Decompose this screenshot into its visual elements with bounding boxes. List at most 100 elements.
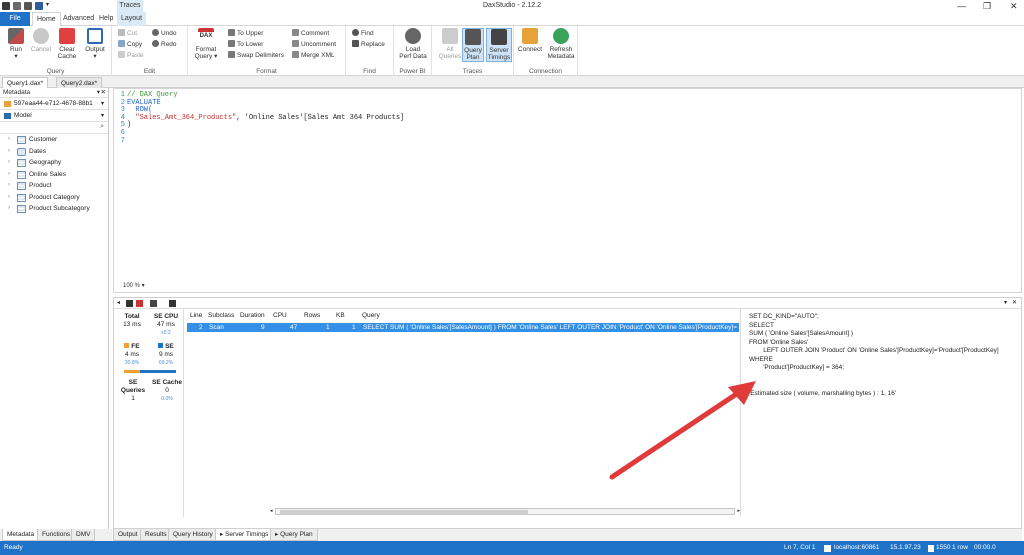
tab-dmv[interactable]: DMV [71,529,96,541]
column-header[interactable]: Subclass [208,312,234,319]
tab-server-timings[interactable]: ▸ Server Timings [215,529,274,541]
column-header[interactable]: KB [336,312,345,319]
tree-item-table[interactable]: › Product Category [0,192,108,204]
zoom-level[interactable]: 100 % ▾ [123,282,145,289]
replace-button[interactable]: Replace [352,39,385,50]
window-title: DaxStudio - 2.12.2 [483,2,541,9]
metadata-search[interactable]: ⌕ [0,122,108,134]
search-icon[interactable]: ⌕ [100,123,104,131]
to-upper-button[interactable]: To Upper [228,28,263,39]
undo-button[interactable]: Undo [152,28,177,39]
tree-item-table[interactable]: › Product Subcategory [0,203,108,215]
column-header[interactable]: Query [362,312,380,319]
refresh-metadata-button[interactable]: Refresh Metadata [546,28,576,60]
ribbon-tab-row: Traces File Home Advanced Help Layout [0,0,1024,26]
tab-file[interactable]: File [0,12,30,26]
export-icon[interactable] [169,300,176,307]
tab-query-plan[interactable]: ▸ Query Plan [270,529,318,541]
undo-icon [152,29,159,36]
tab-home[interactable]: Home [32,12,61,26]
clear-cache-button[interactable]: Clear Cache [54,28,80,60]
panel-menu-icon[interactable]: ▾ [1004,299,1007,306]
expand-icon[interactable]: › [8,203,10,215]
cancel-button[interactable]: Cancel [28,28,54,53]
tree-item-table[interactable]: › Product [0,180,108,192]
uncomment-button[interactable]: Uncomment [292,39,336,50]
comment-button[interactable]: Comment [292,28,329,39]
paste-button[interactable]: Paste [118,50,144,61]
find-icon [352,29,359,36]
query-plan-button[interactable]: Query Plan [462,28,484,62]
merge-xml-button[interactable]: Merge XML [292,50,335,61]
horizontal-scrollbar[interactable]: ◂ ▸ [270,508,740,515]
server-name[interactable]: localhost:60861 [834,541,880,555]
expand-icon[interactable]: › [8,192,10,204]
query-editor[interactable]: 1 2 3 4 5 6 7 // DAX Query EVALUATE ROW(… [113,88,1022,293]
pin-icon[interactable]: ▾ [97,88,100,98]
se-cpu-stat: SE CPU 47 ms x5.2 [153,313,179,336]
model-selector[interactable]: Model ▾ [0,110,108,122]
tab-query-history[interactable]: Query History [168,529,218,541]
scroll-left-icon[interactable]: ◂ [270,508,273,514]
load-perf-data-button[interactable]: Load Perf Data [399,28,427,60]
tab-functions[interactable]: Functions [37,529,76,541]
tab-advanced[interactable]: Advanced [59,12,98,26]
cell-duration: 9 [261,324,265,331]
fe-stat: FE 4 ms 30.8% [124,343,140,366]
document-tabs: Query1.dax* Query2.dax* [0,76,1024,88]
tab-metadata[interactable]: Metadata [2,529,40,541]
close-panel-icon[interactable]: ✕ [1012,299,1017,306]
pause-icon[interactable] [126,300,133,307]
clear-trace-icon[interactable] [150,300,157,307]
tab-output[interactable]: Output [113,529,143,541]
expand-icon[interactable]: › [8,169,10,181]
copy-button[interactable]: Copy [118,39,142,50]
to-lower-button[interactable]: To Lower [228,39,263,50]
expand-icon[interactable]: › [8,146,10,158]
tab-query2[interactable]: Query2.dax* [56,77,103,88]
tab-help[interactable]: Help [95,12,117,26]
replace-icon [352,40,359,47]
dax-format-icon: DAX [198,28,214,44]
chevron-down-icon: ▾ [100,113,104,119]
cut-button[interactable]: Cut [118,28,137,39]
all-queries-button[interactable]: All Queries [437,28,463,60]
column-header[interactable]: Rows [304,312,320,319]
minimize-button[interactable]: — [957,1,966,11]
close-panel-icon[interactable]: ✕ [101,88,106,98]
column-header[interactable]: CPU [273,312,287,319]
tab-results[interactable]: Results [140,529,172,541]
tab-layout[interactable]: Layout [117,12,147,26]
timings-summary: Total 13 ms SE CPU 47 ms x5.2 FE 4 ms 30… [114,309,184,517]
tree-item-table[interactable]: › Geography [0,157,108,169]
run-button[interactable]: Run ▾ [3,28,29,60]
column-header[interactable]: Line [190,312,202,319]
table-icon [17,170,26,179]
line-number: 7 [120,136,125,145]
output-button[interactable]: Output ▾ [82,28,108,60]
expand-icon[interactable]: › [8,157,10,169]
swap-delimiters-button[interactable]: Swap Delimiters [228,50,284,61]
find-button[interactable]: Find [352,28,374,39]
scrollbar-thumb[interactable] [280,510,528,514]
expand-icon[interactable]: › [8,180,10,192]
expand-icon[interactable]: › [8,134,10,146]
format-group: DAX Format Query ▾ To Upper To Lower Swa… [188,26,346,76]
format-query-button[interactable]: DAX Format Query ▾ [192,28,220,60]
tree-item-table[interactable]: › Online Sales [0,169,108,181]
tree-item-table[interactable]: › Dates [0,146,108,158]
connect-button[interactable]: Connect [517,28,543,53]
close-button[interactable]: ✕ [1010,1,1018,12]
powerbi-group: Load Perf Data Power BI [394,26,432,76]
tree-item-table[interactable]: › Customer [0,134,108,146]
maximize-button[interactable]: ❐ [983,1,991,12]
server-timings-button[interactable]: Server Timings [486,28,512,62]
table-row[interactable]: 2 Scan 9 47 1 1 SELECT SUM ( 'Online Sal… [187,323,739,332]
redo-button[interactable]: Redo [152,39,177,50]
scroll-right-icon[interactable]: ▸ [737,508,740,514]
column-header[interactable]: Duration [240,312,265,319]
stop-icon[interactable] [136,300,143,307]
database-selector[interactable]: 597eaa44-e712-4678-88b1 ▾ [0,98,108,110]
tab-query1[interactable]: Query1.dax* [2,77,49,88]
collapse-arrow-icon[interactable]: ◂ [117,299,124,306]
